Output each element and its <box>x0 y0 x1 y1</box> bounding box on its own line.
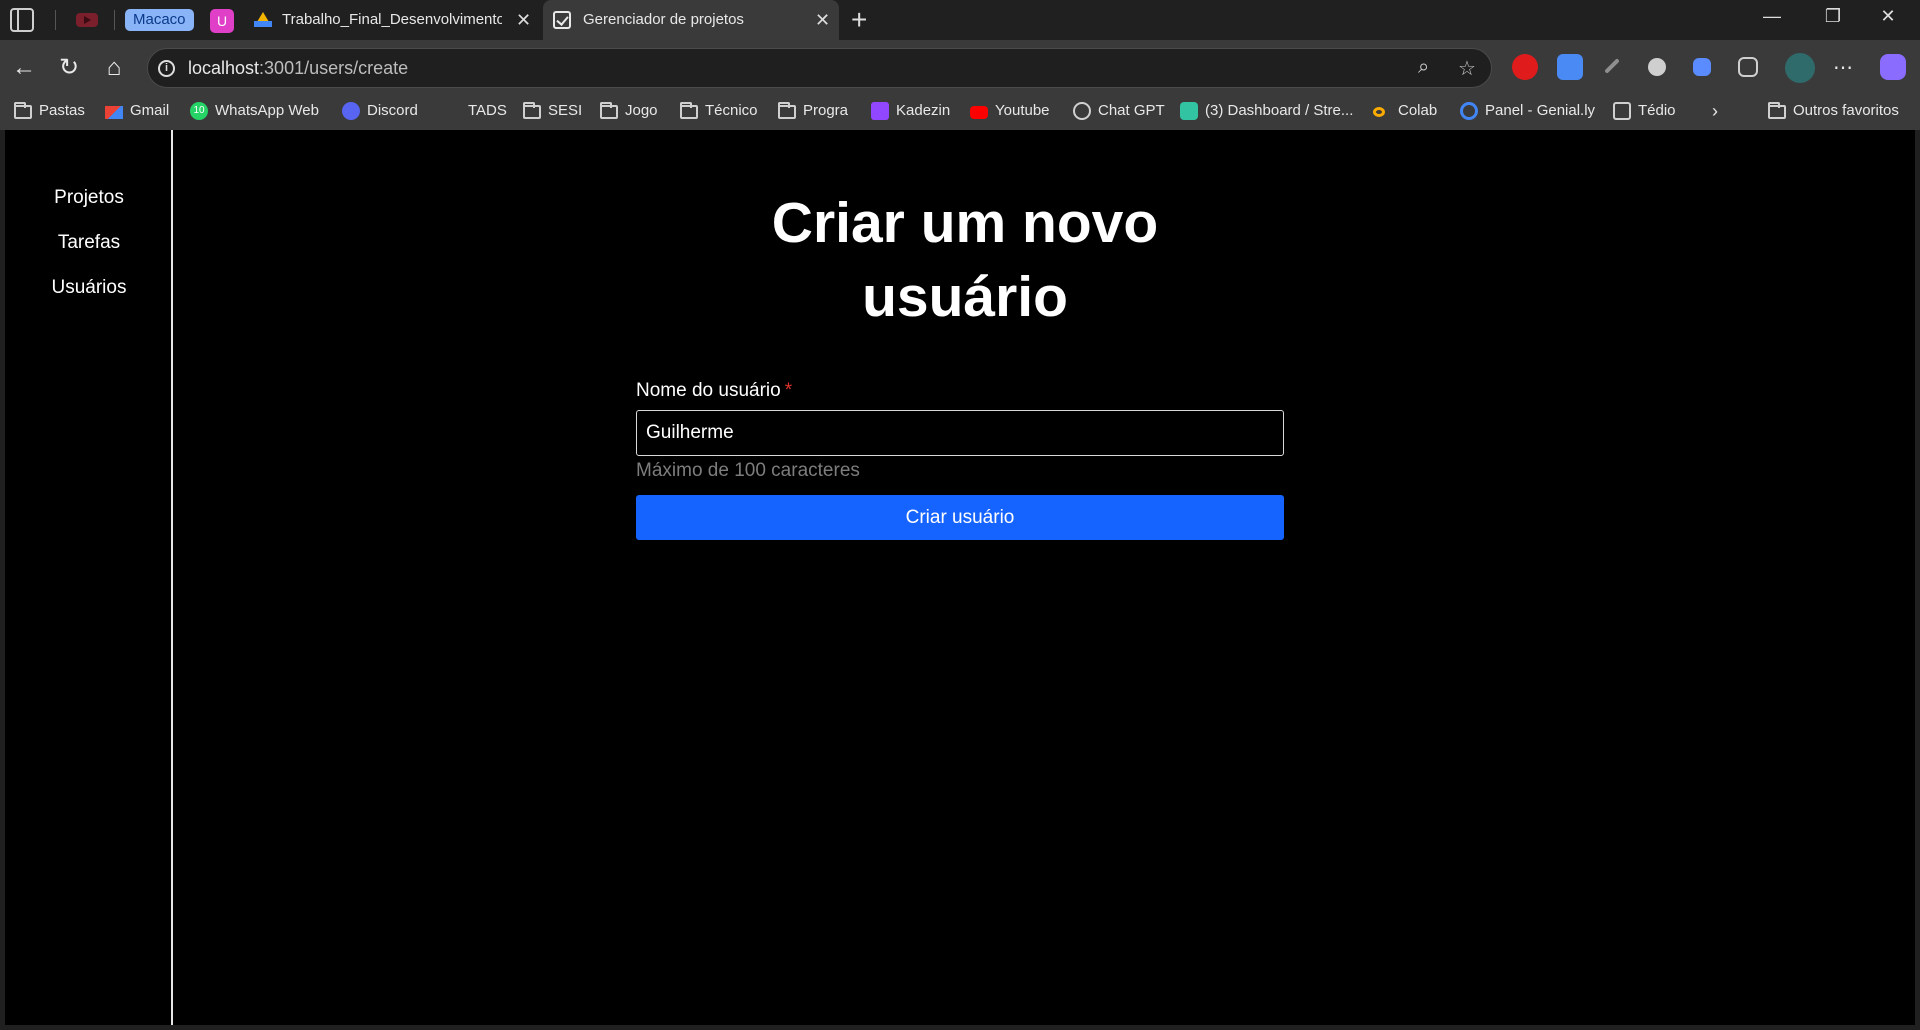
required-marker: * <box>784 380 793 401</box>
profile-avatar[interactable] <box>1785 53 1815 83</box>
user-name-input[interactable] <box>636 410 1284 456</box>
tab-group-u[interactable]: U <box>210 9 234 33</box>
google-drive-icon <box>254 12 272 27</box>
chatgpt-icon <box>1073 102 1091 120</box>
streamlabs-icon <box>1180 102 1198 120</box>
sidebar-item-usuarios[interactable]: Usuários <box>5 277 173 299</box>
tab-trabalho-final[interactable]: Trabalho_Final_Desenvolvimento_ ✕ <box>246 0 538 40</box>
tab-group-macaco[interactable]: Macaco <box>125 9 194 31</box>
extension-icon[interactable] <box>1557 54 1583 80</box>
max-length-hint: Máximo de 100 caracteres <box>636 460 860 481</box>
colab-icon <box>1373 107 1385 117</box>
close-window-icon[interactable]: ✕ <box>1868 6 1908 27</box>
new-tab-icon[interactable]: + <box>851 2 867 38</box>
extension-icon[interactable] <box>1648 58 1666 76</box>
create-user-button[interactable]: Criar usuário <box>636 495 1284 540</box>
folder-icon <box>778 102 796 119</box>
adblock-extension-icon[interactable] <box>1512 54 1538 80</box>
sidebar-item-tarefas[interactable]: Tarefas <box>5 232 173 254</box>
twitch-icon <box>871 102 889 120</box>
youtube-tab-icon[interactable] <box>76 13 98 27</box>
tab-actions-icon[interactable] <box>10 8 34 32</box>
url-text[interactable]: localhost:3001/users/create <box>188 49 408 87</box>
page-title-line2: usuário <box>862 265 1068 329</box>
minimize-icon[interactable]: — <box>1752 6 1792 27</box>
eyedropper-extension-icon[interactable] <box>1604 58 1620 74</box>
navigation-bar: ← ↻ ⌂ i localhost:3001/users/create ⌕ ☆ … <box>0 40 1920 96</box>
folder-icon <box>1768 102 1786 119</box>
notion-icon <box>1613 102 1631 120</box>
tab-title: Trabalho_Final_Desenvolvimento_ <box>282 11 502 28</box>
more-bookmarks-chevron-icon[interactable]: › <box>1712 96 1718 130</box>
folder-icon <box>680 102 698 119</box>
tab-strip: Macaco U Trabalho_Final_Desenvolvimento_… <box>0 0 1920 40</box>
whatsapp-icon: 10 <box>190 102 208 120</box>
site-info-icon[interactable]: i <box>158 60 175 77</box>
sidebar-item-projetos[interactable]: Projetos <box>5 187 173 209</box>
folder-icon <box>600 102 618 119</box>
close-tab-icon[interactable]: ✕ <box>516 0 531 40</box>
back-icon[interactable]: ← <box>8 52 40 84</box>
discord-icon <box>342 102 360 120</box>
tab-gerenciador[interactable]: Gerenciador de projetos ✕ <box>543 0 839 40</box>
page-viewport: Projetos Tarefas Usuários Criar um novo … <box>5 130 1915 1025</box>
extensions-puzzle-icon[interactable] <box>1738 57 1758 77</box>
sidebar: Projetos Tarefas Usuários <box>5 130 173 1025</box>
address-bar[interactable]: i localhost:3001/users/create ⌕ ☆ <box>147 48 1492 88</box>
checkbox-icon <box>553 11 571 29</box>
page-title-line1: Criar um novo <box>771 191 1159 255</box>
folder-icon <box>523 102 541 119</box>
gmail-icon <box>105 106 123 119</box>
youtube-icon <box>970 106 988 119</box>
more-options-icon[interactable]: ⋯ <box>1827 52 1859 84</box>
create-user-form: Nome do usuário* Máximo de 100 caractere… <box>636 380 1284 540</box>
window-bottom-border <box>0 1025 1920 1030</box>
favorite-star-icon[interactable]: ☆ <box>1458 56 1476 81</box>
home-icon[interactable]: ⌂ <box>98 52 130 84</box>
analytics-extension-icon[interactable] <box>1693 58 1711 76</box>
restore-icon[interactable]: ❐ <box>1813 6 1853 27</box>
zoom-icon[interactable]: ⌕ <box>1418 56 1429 79</box>
folder-icon <box>14 102 32 119</box>
page-title: Criar um novo usuário <box>665 186 1265 334</box>
tab-title: Gerenciador de projetos <box>583 11 744 28</box>
divider <box>55 10 56 30</box>
copilot-icon[interactable] <box>1880 54 1906 80</box>
name-field-label: Nome do usuário * <box>636 380 793 401</box>
reload-icon[interactable]: ↻ <box>53 52 85 84</box>
bookmarks-bar: Pastas Gmail 10 WhatsApp Web Discord TADS… <box>0 96 1920 130</box>
divider <box>114 10 115 30</box>
close-tab-icon[interactable]: ✕ <box>815 0 830 40</box>
genially-icon <box>1460 102 1478 120</box>
